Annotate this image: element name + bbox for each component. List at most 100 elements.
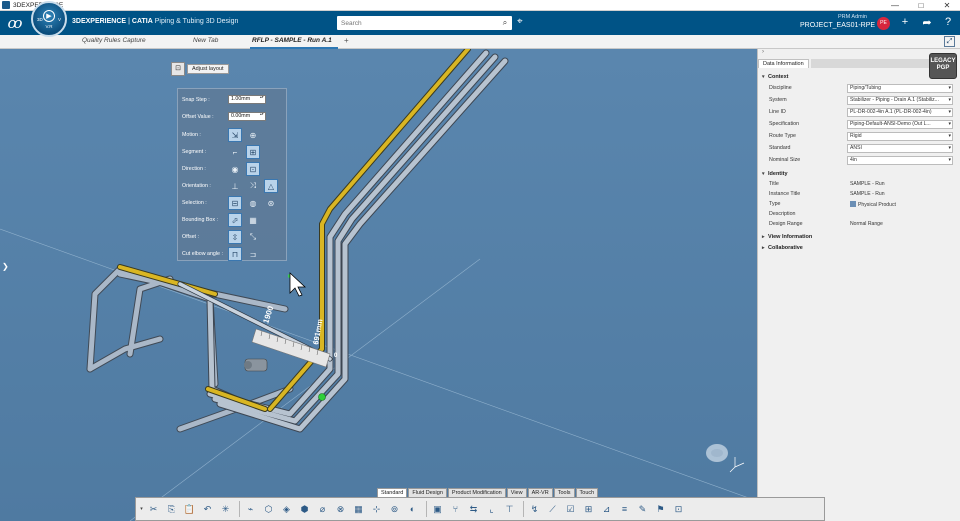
orientation-option-2-icon[interactable]: ⤨ <box>246 179 260 193</box>
cut-icon[interactable]: ✂ <box>146 502 161 517</box>
network-icon[interactable]: ⊹ <box>369 502 384 517</box>
layers-icon[interactable]: ≡ <box>617 502 632 517</box>
prop-value-line-id[interactable]: PL-DR-002-4in A.1 (PL-DR-002-4in) <box>847 107 953 117</box>
selection-option-1-icon[interactable]: ⊟ <box>228 196 242 210</box>
cut-elbow-angle-option-2-icon[interactable]: ⊐ <box>246 247 260 261</box>
grid-icon[interactable]: ▦ <box>351 502 366 517</box>
selection-option-3-icon[interactable]: ⊛ <box>264 196 278 210</box>
motion-option-2-icon[interactable]: ⊕ <box>246 128 260 142</box>
undo-icon[interactable]: ↶ <box>200 502 215 517</box>
valve-component[interactable] <box>244 358 268 372</box>
section-collaborative-header[interactable]: ▸ Collaborative <box>762 245 957 251</box>
action-tab-tools[interactable]: Tools <box>553 488 575 497</box>
direction-option-2-icon[interactable]: ⊡ <box>246 162 260 176</box>
search-input[interactable] <box>341 19 491 27</box>
branch-icon[interactable]: ⑂ <box>448 502 463 517</box>
cube-icon[interactable]: ◈ <box>279 502 294 517</box>
expand-icon[interactable]: ⤢ <box>944 36 955 47</box>
tab-rflp-sample-run[interactable]: RFLP - SAMPLE - Run A.1 <box>252 37 332 44</box>
plus-icon[interactable]: + <box>898 16 912 28</box>
lock-icon[interactable]: ⊡ <box>671 502 686 517</box>
adjust-layout-icon[interactable]: ⊡ <box>171 62 185 76</box>
offset-option-1-icon[interactable]: ⇳ <box>228 230 242 244</box>
offset-option-2-icon[interactable]: ⤡ <box>246 230 260 244</box>
tab-new-tab[interactable]: New Tab <box>193 37 218 44</box>
action-tab-touch[interactable]: Touch <box>575 488 599 497</box>
bend-icon[interactable]: ↯ <box>527 502 542 517</box>
table-icon[interactable]: ⊞ <box>581 502 596 517</box>
segment-option-2-icon[interactable]: ⊞ <box>246 145 260 159</box>
slope-icon[interactable]: ⟋ <box>545 502 560 517</box>
help-icon[interactable]: ? <box>941 16 955 28</box>
orientation-option-1-icon[interactable]: ⊥ <box>228 179 242 193</box>
section-view-information-header[interactable]: ▸ View Information <box>762 234 957 240</box>
flange-icon[interactable]: ◐ <box>405 502 420 517</box>
paste-icon[interactable]: 📋 <box>182 502 197 517</box>
ds-logo-icon[interactable]: ꝏ <box>4 12 26 34</box>
prop-value-nominal-size[interactable]: 4in <box>847 155 953 165</box>
part-icon[interactable]: ⬢ <box>297 502 312 517</box>
maximize-button[interactable]: □ <box>908 0 934 11</box>
copy-icon[interactable]: ⎘ <box>164 502 179 517</box>
adjust-row-segment: Segment : ⌐ ⊞ <box>182 145 264 159</box>
more-icon[interactable]: ▾ <box>139 502 144 517</box>
user-info[interactable]: PRM Admin PROJECT_EAS01-RPE ▾ <box>800 14 881 29</box>
action-tab-ar-vr[interactable]: AR-VR <box>527 488 553 497</box>
tab-quality-rules-capture[interactable]: Quality Rules Capture <box>82 37 146 44</box>
connect-icon[interactable]: ⇆ <box>466 502 481 517</box>
legacy-pgp-badge[interactable]: LEGACY PGP <box>929 53 957 79</box>
pipe-model-scene[interactable]: 1900 691mm 0 <box>0 49 757 521</box>
adjust-layout-label[interactable]: Adjust layout <box>187 64 229 74</box>
cut-elbow-angle-option-1-icon[interactable]: ⊓ <box>228 247 242 261</box>
motion-option-1-icon[interactable]: ⇲ <box>228 128 242 142</box>
action-tab-product-modification[interactable]: Product Modification <box>447 488 506 497</box>
search-icon[interactable]: ⌕ <box>498 18 512 28</box>
action-tab-standard[interactable]: Standard <box>377 488 408 497</box>
search-box[interactable]: ⌕ <box>337 16 512 30</box>
check-icon[interactable]: ☑ <box>563 502 578 517</box>
adjust-layout-header[interactable]: ⊡ Adjust layout <box>171 61 229 77</box>
prop-value-discipline[interactable]: Piping/Tubing <box>847 83 953 93</box>
route-icon[interactable]: ⌁ <box>243 502 258 517</box>
avatar[interactable]: PE <box>877 17 890 30</box>
minimize-button[interactable]: — <box>882 0 908 11</box>
settings-icon[interactable]: ✳ <box>218 502 233 517</box>
tee-icon[interactable]: ⊤ <box>502 502 517 517</box>
prop-value-route-type[interactable]: Rigid <box>847 131 953 141</box>
elbow-icon[interactable]: ⌞ <box>484 502 499 517</box>
bounding-box-option-1-icon[interactable]: ⬀ <box>228 213 242 227</box>
bounding-box-option-2-icon[interactable]: ▦ <box>246 213 260 227</box>
pipe-icon[interactable]: ⌀ <box>315 502 330 517</box>
section-identity-header[interactable]: ▾ Identity <box>762 171 957 177</box>
box-icon[interactable]: ⬡ <box>261 502 276 517</box>
flag-icon[interactable]: ⚑ <box>653 502 668 517</box>
add-tab-button[interactable]: + <box>344 36 349 45</box>
prop-value-specification[interactable]: Piping-Default-ANSI-Demo (Out L... <box>847 119 953 129</box>
segment-option-1-icon[interactable]: ⌐ <box>228 145 242 159</box>
valve-icon[interactable]: ⊗ <box>333 502 348 517</box>
action-tab-fluid-design[interactable]: Fluid Design <box>408 488 447 497</box>
snap-step-input[interactable]: 1.00mm <box>228 95 266 104</box>
pin-icon[interactable]: ⊚ <box>387 502 402 517</box>
selection-option-2-icon[interactable]: ◍ <box>246 196 260 210</box>
play-icon[interactable]: ▶ <box>43 9 55 22</box>
action-tab-view[interactable]: View <box>506 488 527 497</box>
project-selector[interactable]: PROJECT_EAS01-RPE ▾ <box>800 21 881 29</box>
section-context-header[interactable]: ▾ Context <box>762 74 957 80</box>
compass-widget[interactable]: 3D V ▶ V.R <box>31 1 67 37</box>
direction-option-1-icon[interactable]: ◉ <box>228 162 242 176</box>
offset-value-input[interactable]: 0.00mm <box>228 112 266 121</box>
expand-tree-chevron-icon[interactable]: ❯ <box>2 262 9 271</box>
close-button[interactable]: ✕ <box>934 0 960 11</box>
prop-value-system[interactable]: Stabilizer - Piping - Drain A.1 (Stabili… <box>847 95 953 105</box>
green-point-marker[interactable] <box>318 393 326 401</box>
3d-viewport[interactable]: 1900 691mm 0 ❯ ⊡ Adjust layout Snap Step… <box>0 49 757 521</box>
tab-data-information[interactable]: Data Information <box>758 59 809 68</box>
folder-icon[interactable]: ▣ <box>430 502 445 517</box>
orientation-option-3-icon[interactable]: △ <box>264 179 278 193</box>
prop-value-standard[interactable]: ANSI <box>847 143 953 153</box>
share-icon[interactable]: ➦ <box>920 16 934 29</box>
tag-icon[interactable]: ⌖ <box>517 16 523 27</box>
pencil-icon[interactable]: ✎ <box>635 502 650 517</box>
measure-icon[interactable]: ⊿ <box>599 502 614 517</box>
